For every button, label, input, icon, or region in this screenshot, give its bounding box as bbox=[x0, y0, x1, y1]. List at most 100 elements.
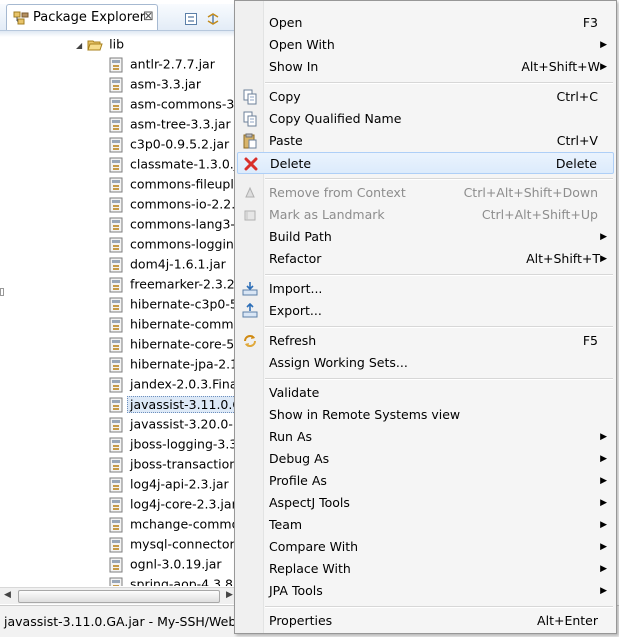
menu-item-team[interactable]: Team ▶ bbox=[237, 514, 614, 536]
close-icon[interactable]: ⊠ bbox=[143, 9, 154, 24]
tree-item-jar[interactable]: log4j-api-2.3.jar bbox=[108, 474, 229, 494]
jar-icon bbox=[109, 357, 123, 372]
tree-item-jar[interactable]: hibernate-core-5.2 bbox=[108, 334, 236, 354]
menu-item-validate[interactable]: Validate bbox=[237, 382, 614, 404]
menu-item-remove-from-context[interactable]: Remove from Context Ctrl+Alt+Shift+Down bbox=[237, 182, 614, 204]
menu-item-paste[interactable]: Paste Ctrl+V bbox=[237, 130, 614, 152]
scroll-right-arrow-icon[interactable]: ▶ bbox=[226, 590, 233, 600]
submenu-arrow-icon: ▶ bbox=[600, 476, 607, 486]
tree-node-label: c3p0-0.9.5.2.jar bbox=[130, 136, 230, 152]
menu-item-open-with[interactable]: Open With ▶ bbox=[237, 34, 614, 56]
menu-item-jpa-tools[interactable]: JPA Tools ▶ bbox=[237, 580, 614, 602]
menu-item-run-as[interactable]: Run As ▶ bbox=[237, 426, 614, 448]
tree-item-jar[interactable]: commons-logging bbox=[108, 234, 236, 254]
menu-item-shortcut: Delete bbox=[555, 156, 597, 171]
menu-item-label: Refactor bbox=[269, 251, 322, 266]
jar-icon bbox=[109, 57, 123, 72]
tree-item-jar[interactable]: hibernate-c3p0-5. bbox=[108, 294, 236, 314]
tree-item-jar[interactable]: jboss-transaction- bbox=[108, 454, 236, 474]
menu-item-show-in[interactable]: Show In Alt+Shift+W ▶ bbox=[237, 56, 614, 78]
menu-item-debug-as[interactable]: Debug As ▶ bbox=[237, 448, 614, 470]
tree-node-label: hibernate-c3p0-5. bbox=[130, 296, 236, 312]
tree-item-jar[interactable]: spring-aop-4.3.8.F bbox=[108, 574, 236, 586]
tree-item-jar[interactable]: javassist-3.20.0-GA bbox=[108, 414, 236, 434]
jar-icon bbox=[109, 97, 123, 112]
menu-item-mark-as-landmark[interactable]: Mark as Landmark Ctrl+Alt+Shift+Up bbox=[237, 204, 614, 226]
tree-item-jar[interactable]: antlr-2.7.7.jar bbox=[108, 54, 215, 74]
menu-separator bbox=[265, 178, 613, 180]
jar-icon bbox=[109, 477, 123, 492]
menu-item-label: Assign Working Sets... bbox=[269, 355, 408, 370]
menu-item-refactor[interactable]: Refactor Alt+Shift+T ▶ bbox=[237, 248, 614, 270]
tree-node-label: freemarker-2.3.22 bbox=[130, 276, 236, 292]
tree-item-jar[interactable]: jandex-2.0.3.Final.j bbox=[108, 374, 236, 394]
expand-toggle-icon[interactable]: ◢ bbox=[76, 41, 82, 50]
tree-node-label: log4j-core-2.3.jar bbox=[130, 496, 236, 512]
horizontal-scrollbar[interactable]: ◀ ▶ bbox=[0, 587, 240, 604]
tree-item-jar[interactable]: asm-commons-3.3 bbox=[108, 94, 236, 114]
tree-item-jar[interactable]: javassist-3.11.0.GA bbox=[108, 394, 236, 414]
menu-item-properties[interactable]: Properties Alt+Enter bbox=[237, 610, 614, 632]
menu-item-replace-with[interactable]: Replace With ▶ bbox=[237, 558, 614, 580]
tree-item-jar[interactable]: hibernate-jpa-2.1- bbox=[108, 354, 236, 374]
menu-item-build-path[interactable]: Build Path ▶ bbox=[237, 226, 614, 248]
collapse-all-icon[interactable] bbox=[184, 12, 198, 26]
tree-item-jar[interactable]: dom4j-1.6.1.jar bbox=[108, 254, 226, 274]
tree-item-jar[interactable]: log4j-core-2.3.jar bbox=[108, 494, 236, 514]
copy-qualified-name-icon bbox=[243, 111, 257, 127]
jar-icon bbox=[109, 517, 123, 532]
tree-item-jar[interactable]: freemarker-2.3.22 bbox=[108, 274, 236, 294]
link-with-editor-icon[interactable] bbox=[206, 12, 220, 26]
project-tree[interactable]: ◢ lib antlr-2.7.7.jar asm-3.3.jar asm-common… bbox=[0, 34, 236, 586]
tree-item-jar[interactable]: ognl-3.0.19.jar bbox=[108, 554, 222, 574]
tree-node-label: jandex-2.0.3.Final.j bbox=[130, 376, 236, 392]
copy-icon bbox=[243, 89, 257, 105]
menu-item-label: Properties bbox=[269, 613, 333, 628]
tree-item-jar[interactable]: commons-fileuplo bbox=[108, 174, 236, 194]
menu-item-assign-working-sets[interactable]: Assign Working Sets... bbox=[237, 352, 614, 374]
scrollbar-thumb[interactable] bbox=[18, 590, 220, 603]
jar-icon bbox=[109, 297, 123, 312]
scroll-left-arrow-icon[interactable]: ◀ bbox=[4, 590, 11, 600]
menu-item-label: Show in Remote Systems view bbox=[269, 407, 461, 422]
menu-item-label: Open With bbox=[269, 37, 335, 52]
jar-icon bbox=[109, 257, 123, 272]
tree-item-jar[interactable]: commons-lang3-3 bbox=[108, 214, 236, 234]
package-explorer-view: Package Explorer ⊠ ◢ lib antlr-2.7.7.jar as… bbox=[0, 0, 241, 636]
tree-item-jar[interactable]: mysql-connector-j bbox=[108, 534, 236, 554]
tree-node-label: commons-logging bbox=[130, 236, 236, 252]
menu-item-shortcut: Ctrl+V bbox=[556, 133, 598, 148]
menu-item-label: Compare With bbox=[269, 539, 359, 554]
menu-item-refresh[interactable]: Refresh F5 bbox=[237, 330, 614, 352]
menu-item-compare-with[interactable]: Compare With ▶ bbox=[237, 536, 614, 558]
tree-folder-lib[interactable]: ◢ lib bbox=[76, 34, 124, 54]
tab-title: Package Explorer bbox=[33, 10, 146, 25]
tree-item-jar[interactable]: mchange-commor bbox=[108, 514, 236, 534]
menu-item-export[interactable]: Export... bbox=[237, 300, 614, 322]
menu-item-label: Delete bbox=[270, 156, 312, 171]
menu-item-show-in-remote-systems-view[interactable]: Show in Remote Systems view bbox=[237, 404, 614, 426]
menu-item-open[interactable]: Open F3 bbox=[237, 12, 614, 34]
package-explorer-tab[interactable]: Package Explorer ⊠ bbox=[6, 4, 158, 30]
tree-item-jar[interactable]: asm-3.3.jar bbox=[108, 74, 201, 94]
tree-node-label: mysql-connector-j bbox=[130, 536, 236, 552]
tree-item-jar[interactable]: commons-io-2.2.ja bbox=[108, 194, 236, 214]
menu-item-label: Import... bbox=[269, 281, 323, 296]
menu-item-copy-qualified-name[interactable]: Copy Qualified Name bbox=[237, 108, 614, 130]
tree-item-jar[interactable]: c3p0-0.9.5.2.jar bbox=[108, 134, 229, 154]
jar-icon bbox=[109, 337, 123, 352]
menu-item-copy[interactable]: Copy Ctrl+C bbox=[237, 86, 614, 108]
submenu-arrow-icon: ▶ bbox=[600, 520, 607, 530]
tree-item-jar[interactable]: asm-tree-3.3.jar bbox=[108, 114, 231, 134]
menu-item-profile-as[interactable]: Profile As ▶ bbox=[237, 470, 614, 492]
menu-item-shortcut: Alt+Shift+W bbox=[521, 59, 600, 74]
menu-item-delete[interactable]: Delete Delete bbox=[237, 152, 614, 174]
tree-item-jar[interactable]: jboss-logging-3.3 bbox=[108, 434, 236, 454]
tree-item-jar[interactable]: classmate-1.3.0.jar bbox=[108, 154, 236, 174]
submenu-arrow-icon: ▶ bbox=[600, 564, 607, 574]
menu-item-aspectj-tools[interactable]: AspectJ Tools ▶ bbox=[237, 492, 614, 514]
tree-item-jar[interactable]: hibernate-commo bbox=[108, 314, 236, 334]
export-icon bbox=[242, 303, 258, 318]
menu-item-import[interactable]: Import... bbox=[237, 278, 614, 300]
delete-icon bbox=[244, 157, 258, 171]
